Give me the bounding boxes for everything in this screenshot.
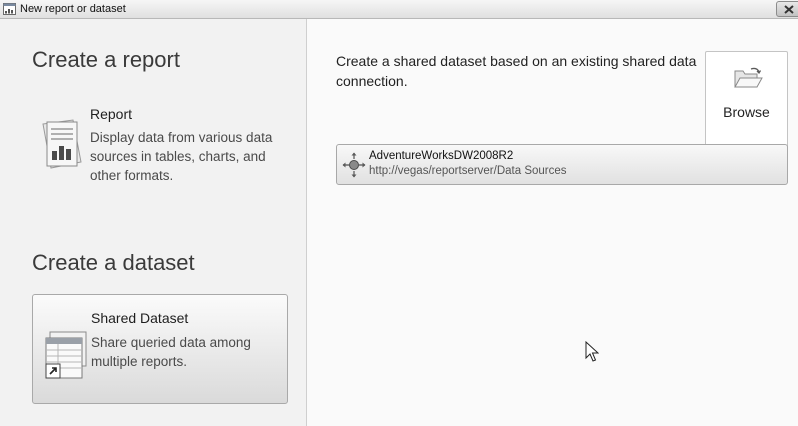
connection-path: http://vegas/reportserver/Data Sources: [369, 165, 567, 177]
connection-name: AdventureWorksDW2008R2: [369, 150, 514, 162]
close-icon: [784, 5, 794, 14]
create-dataset-heading: Create a dataset: [32, 250, 195, 275]
shared-dataset-icon: [45, 331, 87, 379]
shared-dataset-title: Shared Dataset: [91, 310, 189, 326]
close-button[interactable]: [776, 1, 798, 17]
create-report-heading: Create a report: [32, 47, 180, 72]
browse-button[interactable]: Browse: [705, 51, 788, 148]
data-connection-item[interactable]: AdventureWorksDW2008R2 http://vegas/repo…: [336, 144, 788, 185]
window-title: New report or dataset: [20, 3, 126, 15]
report-icon: [42, 119, 82, 169]
left-panel: Create a report Report Display data from…: [0, 19, 307, 426]
shared-dataset-option[interactable]: Shared Dataset Share queried data among …: [32, 294, 288, 404]
instruction-text: Create a shared dataset based on an exis…: [336, 53, 697, 89]
report-window-icon: [3, 3, 16, 15]
new-report-dialog: New report or dataset Create a report Re…: [0, 0, 798, 426]
shared-dataset-description: Share queried data among multiple report…: [91, 335, 251, 369]
report-option[interactable]: Report Display data from various data so…: [32, 98, 288, 188]
report-title: Report: [90, 106, 133, 122]
report-description: Display data from various data sources i…: [90, 130, 273, 183]
folder-open-icon: [734, 67, 763, 88]
data-source-icon: [342, 152, 366, 178]
mouse-pointer-icon: [585, 341, 599, 362]
title-bar[interactable]: New report or dataset: [0, 0, 798, 19]
right-panel: Create a shared dataset based on an exis…: [307, 19, 798, 426]
browse-label: Browse: [723, 104, 770, 120]
